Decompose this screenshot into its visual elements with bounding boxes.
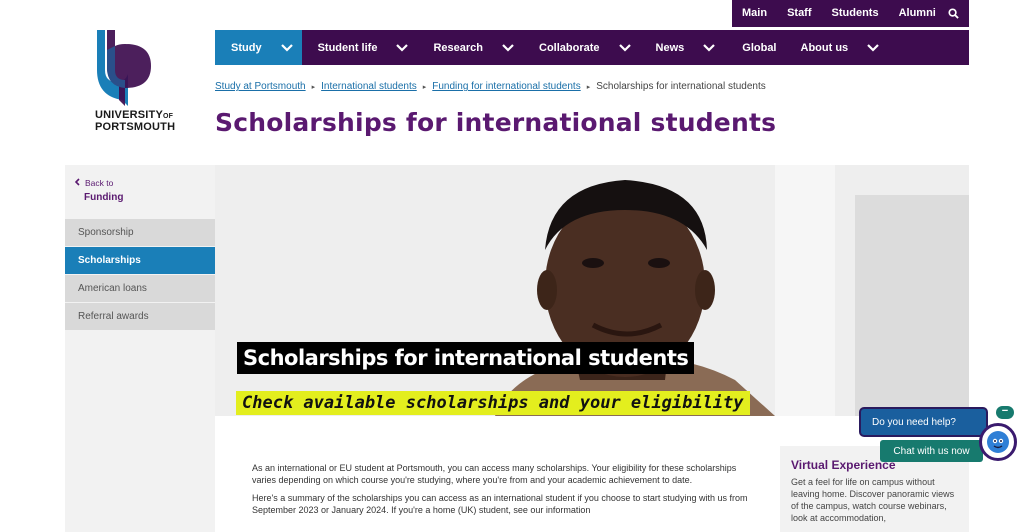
chevron-down-icon[interactable] xyxy=(610,30,640,65)
nav-item-study[interactable]: Study xyxy=(215,30,302,65)
hero-photo xyxy=(215,165,969,416)
hero-subheading: Check available scholarships and your el… xyxy=(236,391,750,415)
utility-link-students[interactable]: Students xyxy=(822,0,889,27)
breadcrumb-current: Scholarships for international students xyxy=(596,81,766,92)
page-title: Scholarships for international students xyxy=(215,108,777,137)
chat-help-bubble[interactable]: Do you need help? xyxy=(859,407,988,437)
sidebar-nav: Back to Funding Sponsorship Scholarships… xyxy=(65,165,215,532)
utility-link-staff[interactable]: Staff xyxy=(777,0,821,27)
search-icon[interactable] xyxy=(948,8,959,19)
logo-mark xyxy=(95,30,155,106)
chevron-left-icon xyxy=(74,178,80,188)
chat-now-button[interactable]: Chat with us now xyxy=(880,440,983,462)
hero-heading: Scholarships for international students xyxy=(237,342,695,374)
sidebar-item-sponsorship[interactable]: Sponsorship xyxy=(65,219,215,247)
nav-item-news[interactable]: News xyxy=(640,30,725,65)
utility-link-main[interactable]: Main xyxy=(732,0,777,27)
nav-item-about-us[interactable]: About us xyxy=(801,30,889,65)
chevron-down-icon[interactable] xyxy=(858,30,888,65)
university-logo[interactable]: UNIVERSITYOF PORTSMOUTH xyxy=(95,30,195,140)
intro-text: As an international or EU student at Por… xyxy=(252,462,752,522)
nav-item-global[interactable]: Global xyxy=(724,30,800,65)
sidebar-item-referral-awards[interactable]: Referral awards xyxy=(65,303,215,331)
breadcrumb: Study at Portsmouth ▸ International stud… xyxy=(215,81,766,92)
chat-minimize-button[interactable]: − xyxy=(996,406,1014,419)
chevron-down-icon[interactable] xyxy=(387,30,417,65)
panel-text: Get a feel for life on campus without le… xyxy=(791,477,955,523)
chevron-down-icon[interactable] xyxy=(493,30,523,65)
nav-label-global: Global xyxy=(742,41,777,54)
intro-paragraph-1: As an international or EU student at Por… xyxy=(252,463,737,485)
back-label: Back to xyxy=(85,178,114,188)
chatbot-avatar-icon[interactable] xyxy=(979,423,1017,461)
logo-wordmark: UNIVERSITYOF PORTSMOUTH xyxy=(95,109,176,133)
chevron-down-icon[interactable] xyxy=(271,30,302,65)
breadcrumb-separator-icon: ▸ xyxy=(586,83,591,91)
breadcrumb-link-funding[interactable]: Funding for international students xyxy=(432,81,580,92)
back-title[interactable]: Funding xyxy=(84,192,215,203)
breadcrumb-separator-icon: ▸ xyxy=(422,83,427,91)
utility-link-alumni[interactable]: Alumni xyxy=(889,0,946,27)
breadcrumb-link-international[interactable]: International students xyxy=(321,81,417,92)
back-link[interactable]: Back to xyxy=(74,178,215,188)
nav-item-collaborate[interactable]: Collaborate xyxy=(523,30,640,65)
sidebar-item-american-loans[interactable]: American loans xyxy=(65,275,215,303)
nav-item-student-life[interactable]: Student life xyxy=(302,30,418,65)
nav-label-study: Study xyxy=(231,41,262,54)
nav-label-collaborate: Collaborate xyxy=(539,41,600,54)
nav-label-news: News xyxy=(655,41,685,54)
intro-paragraph-2: Here's a summary of the scholarships you… xyxy=(252,493,748,515)
breadcrumb-link-study[interactable]: Study at Portsmouth xyxy=(215,81,306,92)
breadcrumb-separator-icon: ▸ xyxy=(311,83,316,91)
nav-label-student-life: Student life xyxy=(317,41,378,54)
nav-label-research: Research xyxy=(433,41,483,54)
main-nav: Study Student life Research Collaborate … xyxy=(215,30,969,65)
sidebar-back[interactable]: Back to Funding xyxy=(65,165,215,219)
nav-item-research[interactable]: Research xyxy=(417,30,523,65)
sidebar-item-scholarships[interactable]: Scholarships xyxy=(65,247,215,275)
chevron-down-icon[interactable] xyxy=(694,30,724,65)
nav-label-about-us: About us xyxy=(800,41,849,54)
hero-image: Scholarships for international students … xyxy=(215,165,969,416)
utility-nav: Main Staff Students Alumni xyxy=(732,0,969,27)
